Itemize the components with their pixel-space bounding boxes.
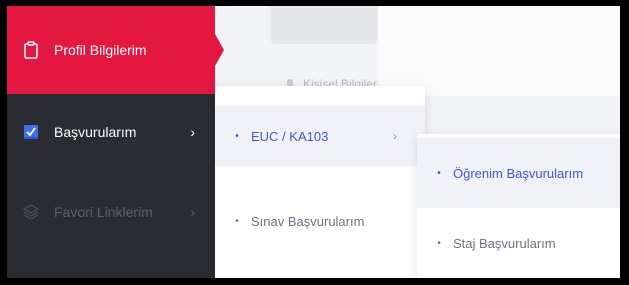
submenu-item-label: Sınav Başvurularım <box>251 213 365 229</box>
bullet-icon: • <box>235 130 239 142</box>
bullet-icon: • <box>437 237 441 249</box>
submenu-item-internship-applications[interactable]: • Staj Başvurularım <box>417 218 620 268</box>
sidebar-item-label: Profil Bilgilerim <box>54 42 147 58</box>
background-panel <box>379 6 620 96</box>
sidebar-item-profile[interactable]: Profil Bilgilerim <box>7 6 224 94</box>
submenu-item-label: Öğrenim Başvurularım <box>453 165 584 181</box>
sidebar-item-favorites[interactable]: Favori Linklerim › <box>7 184 215 240</box>
chevron-right-icon: › <box>190 204 195 220</box>
sidebar: Profil Bilgilerim Başvurularım › Favori … <box>7 6 224 278</box>
bullet-icon: • <box>437 167 441 179</box>
submenu-item-study-applications[interactable]: • Öğrenim Başvurularım <box>417 138 620 208</box>
layers-icon <box>20 204 42 220</box>
submenu-item-label: EUC / KA103 <box>251 128 329 144</box>
background-card <box>270 6 378 44</box>
app-window: Kişisel Bilgiler Profil Bilgilerim Başvu… <box>7 6 620 278</box>
applications-submenu: • EUC / KA103 › • Sınav Başvurularım <box>215 86 425 278</box>
sidebar-item-applications[interactable]: Başvurularım › <box>7 104 215 160</box>
screenshot-frame: Kişisel Bilgiler Profil Bilgilerim Başvu… <box>0 0 629 285</box>
checkbox-icon <box>20 124 42 140</box>
submenu-item-exam-applications[interactable]: • Sınav Başvurularım <box>215 196 425 246</box>
submenu-item-label: Staj Başvurularım <box>453 235 556 251</box>
chevron-right-icon: › <box>393 129 397 143</box>
chevron-right-icon: › <box>190 124 195 140</box>
bullet-icon: • <box>235 215 239 227</box>
clipboard-icon <box>20 41 42 59</box>
submenu-item-euc-ka103[interactable]: • EUC / KA103 › <box>215 106 425 166</box>
sidebar-item-label: Başvurularım <box>54 124 137 140</box>
euc-ka103-submenu: • Öğrenim Başvurularım • Staj Başvurular… <box>417 134 620 278</box>
sidebar-item-label: Favori Linklerim <box>54 204 153 220</box>
